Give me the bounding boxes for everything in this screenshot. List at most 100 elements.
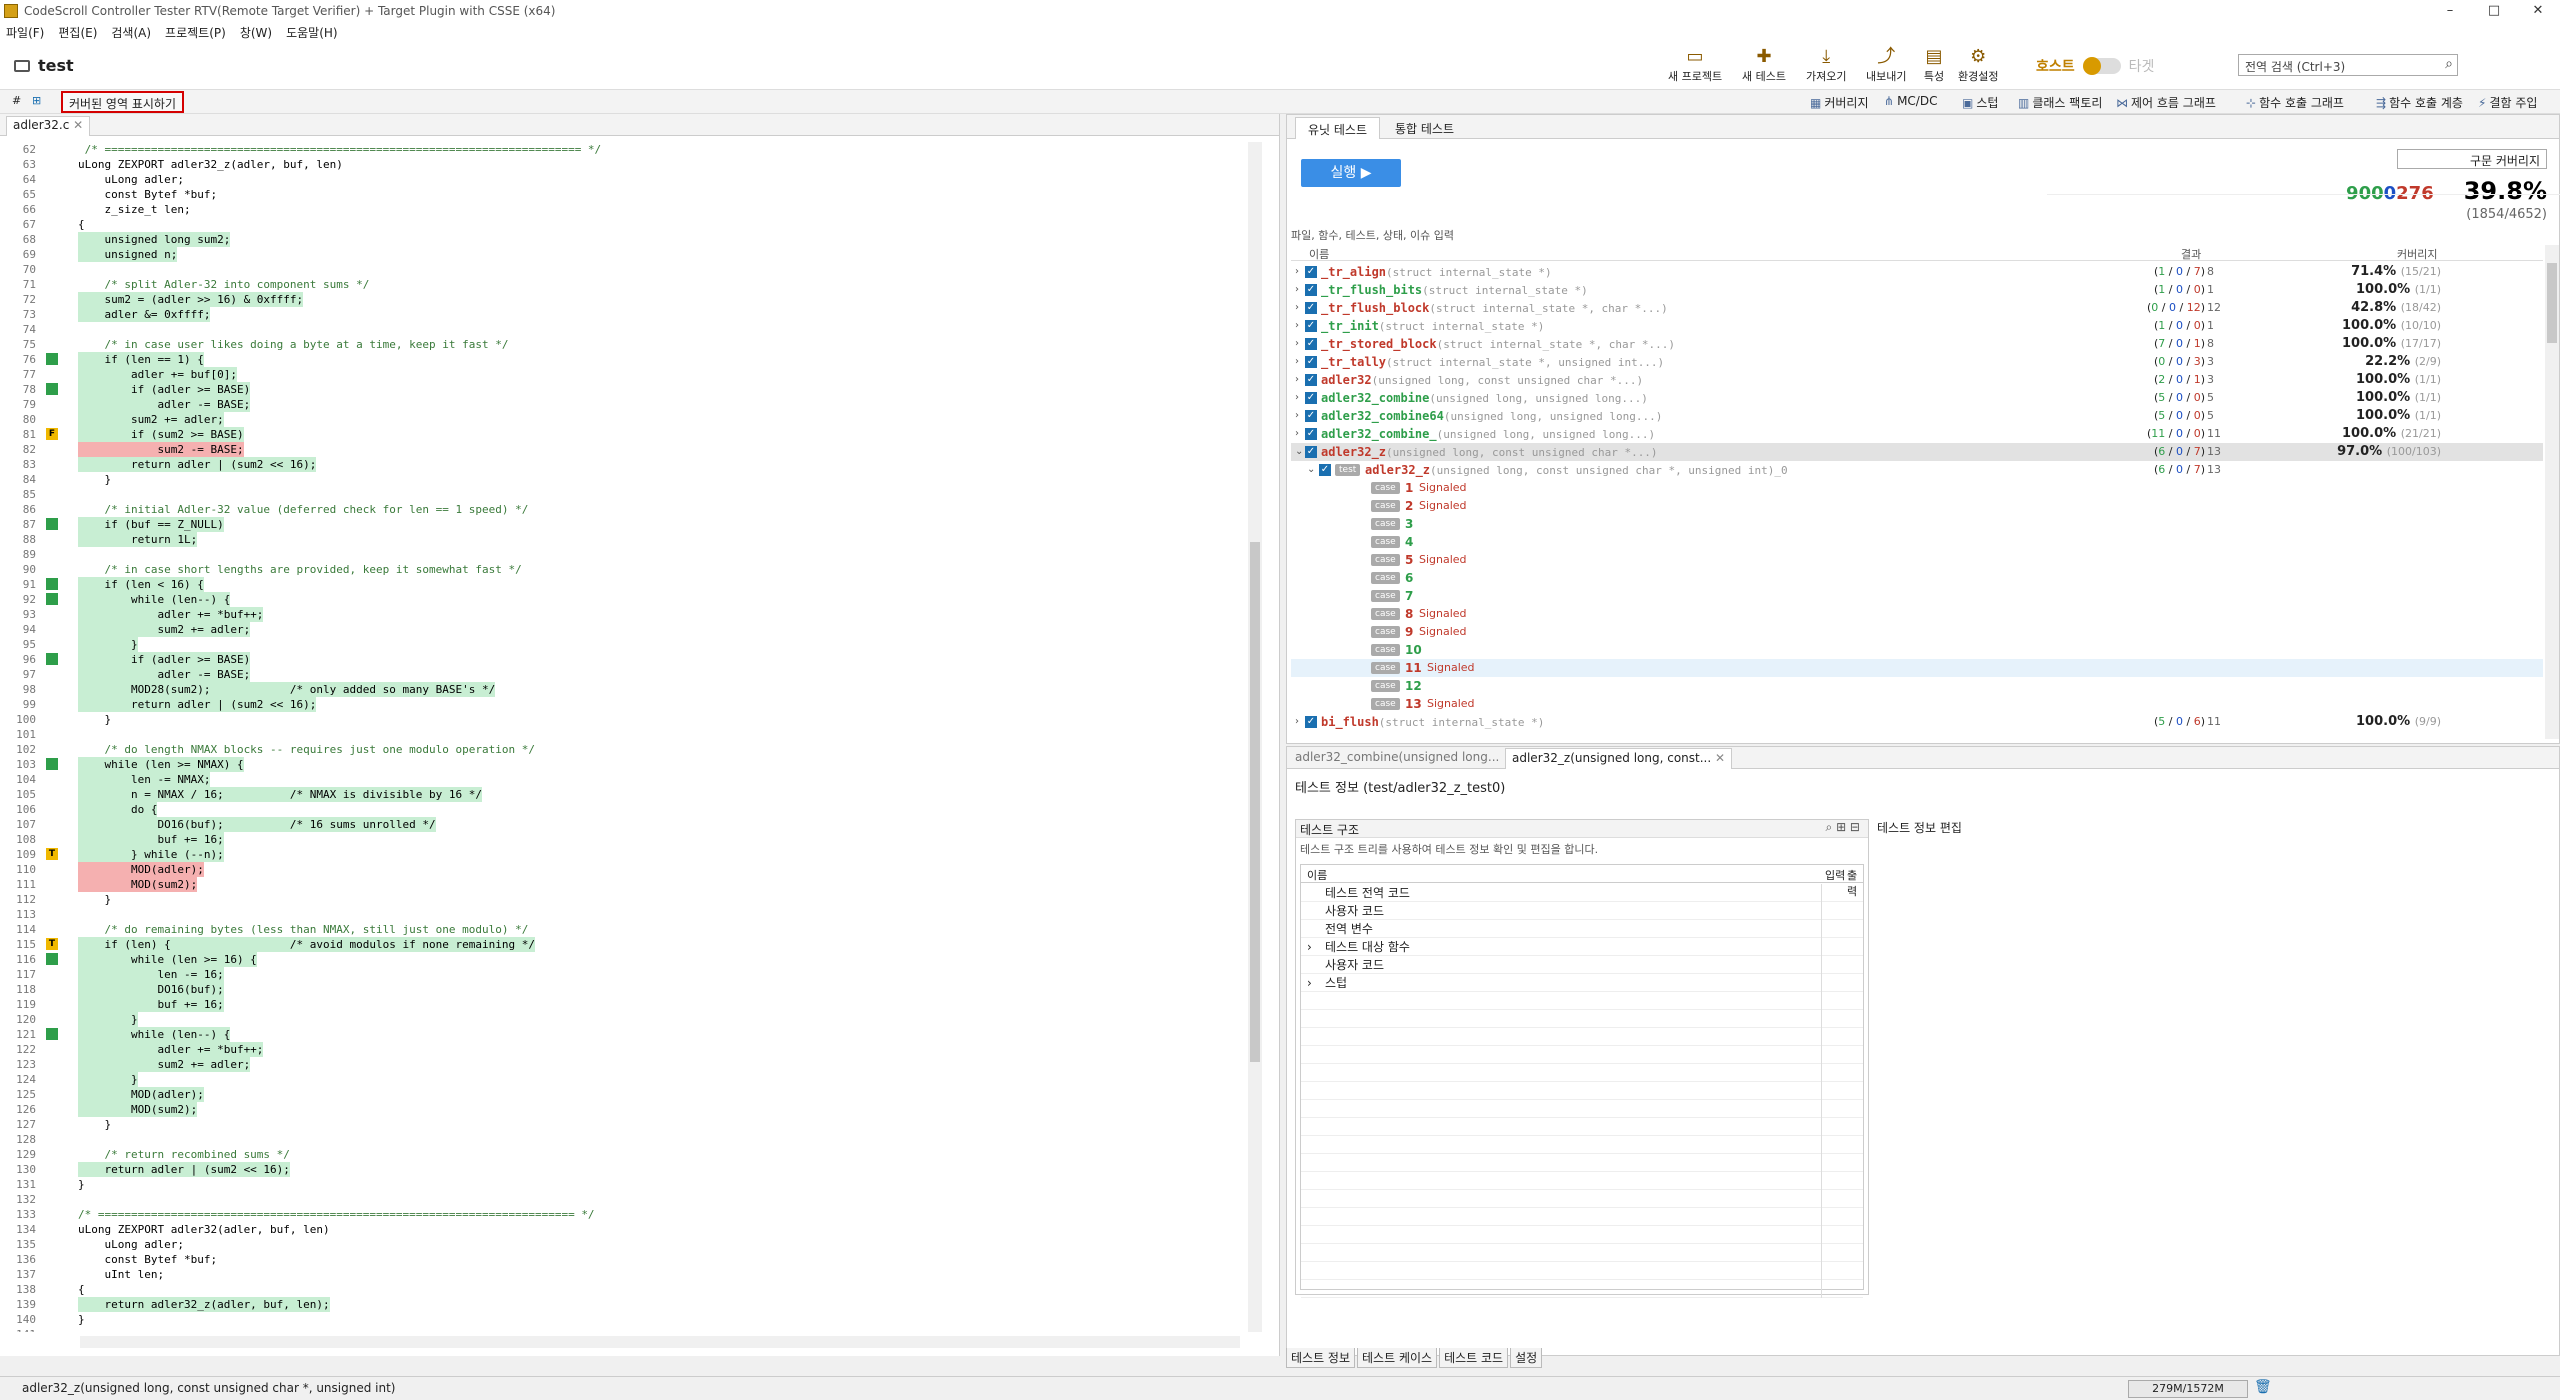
tab-integration-test[interactable]: 통합 테스트 <box>1383 117 1466 139</box>
branch-covered-marker[interactable] <box>46 383 58 395</box>
expand-icon[interactable]: › <box>1295 425 1299 443</box>
search-icon[interactable]: ⌕ <box>2445 56 2453 72</box>
trash-icon[interactable]: 🗑 <box>2254 1379 2272 1395</box>
tab-test-case[interactable]: 테스트 케이스 <box>1357 1348 1438 1368</box>
expand-icon[interactable]: › <box>1295 371 1299 389</box>
collapse-icon[interactable]: ⌄ <box>1307 461 1315 479</box>
function-row[interactable]: › ✓ _tr_align(struct internal_state *) (1 /… <box>1291 263 2543 281</box>
expand-icon[interactable]: › <box>1307 938 1312 956</box>
case-row[interactable]: case 1 Signaled <box>1291 479 2543 497</box>
function-row[interactable]: › ✓ adler32_combine64(unsigned long, unsig… <box>1291 407 2543 425</box>
case-row[interactable]: case 9 Signaled <box>1291 623 2543 641</box>
checkbox[interactable]: ✓ <box>1305 320 1317 332</box>
import-button[interactable]: ⤓ 가져오기 <box>1806 46 1846 84</box>
case-row[interactable]: case 11 Signaled <box>1291 659 2543 677</box>
maximize-button[interactable]: □ <box>2472 0 2516 22</box>
expand-icon[interactable]: › <box>1295 263 1299 281</box>
test-structure-grid[interactable]: 이름 입력 출력 테스트 전역 코드 사용자 코드 전역 변수 › 테스트 대상 함수 사… <box>1300 864 1864 1298</box>
structure-item[interactable]: 사용자 코드 <box>1301 956 1863 974</box>
fault-injection-tool[interactable]: ⚡ 결함 주입 <box>2478 94 2537 111</box>
tab-test-info[interactable]: 테스트 정보 <box>1286 1348 1356 1368</box>
branch-covered-marker[interactable] <box>46 353 58 365</box>
case-row[interactable]: case 3 <box>1291 515 2543 533</box>
hierarchy-icon[interactable]: ⊞ <box>32 94 41 107</box>
function-row[interactable]: › ✓ _tr_flush_bits(struct internal_state *… <box>1291 281 2543 299</box>
case-row[interactable]: case 13 Signaled <box>1291 695 2543 713</box>
scroll-thumb[interactable] <box>2547 263 2557 343</box>
stub-tool[interactable]: ▣ 스텁 <box>1962 94 1998 111</box>
checkbox[interactable]: ✓ <box>1305 374 1317 386</box>
expand-icon[interactable]: › <box>1295 281 1299 299</box>
tab-adler32-combine[interactable]: adler32_combine(unsigned long... <box>1295 750 1499 764</box>
close-icon[interactable]: ✕ <box>1715 751 1725 765</box>
checkbox[interactable]: ✓ <box>1305 716 1317 728</box>
show-covered-area-button[interactable]: 커버된 영역 표시하기 <box>61 91 184 113</box>
true-branch-marker[interactable]: T <box>46 938 58 950</box>
editor-vertical-scrollbar[interactable] <box>1248 142 1262 1332</box>
new-test-button[interactable]: ✚ 새 테스트 <box>1742 46 1786 84</box>
code-area[interactable]: 62 /* ==================================… <box>0 142 1240 1332</box>
function-row[interactable]: › ✓ adler32_combine_(unsigned long, unsign… <box>1291 425 2543 443</box>
checkbox[interactable]: ✓ <box>1305 338 1317 350</box>
new-project-button[interactable]: ▭ 새 프로젝트 <box>1668 46 1722 84</box>
scroll-thumb[interactable] <box>1250 542 1260 1062</box>
control-flow-graph-tool[interactable]: ⋈ 제어 흐름 그래프 <box>2116 94 2216 111</box>
mcdc-tool[interactable]: ⋔ MC/DC <box>1884 94 1937 108</box>
function-row[interactable]: ⌄ ✓ adler32_z(unsigned long, const unsigne… <box>1291 443 2543 461</box>
checkbox[interactable]: ✓ <box>1305 356 1317 368</box>
structure-item[interactable]: › 스텁 <box>1301 974 1863 992</box>
function-row[interactable]: › ✓ adler32_combine(unsigned long, unsigne… <box>1291 389 2543 407</box>
menu-help[interactable]: 도움말(H) <box>286 24 338 41</box>
expand-icon[interactable]: › <box>1295 299 1299 317</box>
checkbox[interactable]: ✓ <box>1305 284 1317 296</box>
case-row[interactable]: case 7 <box>1291 587 2543 605</box>
case-row[interactable]: case 8 Signaled <box>1291 605 2543 623</box>
branch-covered-marker[interactable] <box>46 1028 58 1040</box>
coverage-tool[interactable]: ▦ 커버리지 <box>1810 94 1869 111</box>
expand-icon[interactable]: › <box>1295 335 1299 353</box>
expand-icon[interactable]: › <box>1295 353 1299 371</box>
expand-icon[interactable]: › <box>1307 974 1312 992</box>
case-row[interactable]: case 12 <box>1291 677 2543 695</box>
branch-covered-marker[interactable] <box>46 953 58 965</box>
global-search-input[interactable]: 전역 검색 (Ctrl+3) ⌕ <box>2238 54 2458 76</box>
close-button[interactable]: ✕ <box>2516 0 2560 22</box>
test-tree[interactable]: › ✓ _tr_align(struct internal_state *) (1 /… <box>1291 263 2543 739</box>
filter-input[interactable]: 파일, 함수, 테스트, 상태, 이슈 입력 <box>1291 227 1454 243</box>
menu-search[interactable]: 검색(A) <box>111 24 151 41</box>
function-row[interactable]: › ✓ adler32(unsigned long, const unsigned … <box>1291 371 2543 389</box>
checkbox[interactable]: ✓ <box>1305 266 1317 278</box>
tab-adler32-z[interactable]: adler32_z(unsigned long, const... ✕ <box>1505 748 1733 769</box>
false-branch-marker[interactable]: F <box>46 428 58 440</box>
branch-covered-marker[interactable] <box>46 653 58 665</box>
true-branch-marker[interactable]: T <box>46 848 58 860</box>
structure-item[interactable]: 전역 변수 <box>1301 920 1863 938</box>
class-factory-tool[interactable]: ▥ 클래스 팩토리 <box>2018 94 2102 111</box>
expand-icon[interactable]: › <box>1295 713 1299 731</box>
case-row[interactable]: case 10 <box>1291 641 2543 659</box>
tab-unit-test[interactable]: 유닛 테스트 <box>1295 117 1381 139</box>
function-row[interactable]: › ✓ _tr_stored_block(struct internal_state… <box>1291 335 2543 353</box>
properties-button[interactable]: ▤ 특성 <box>1922 46 1946 84</box>
toggle-switch[interactable] <box>2082 57 2121 75</box>
checkbox[interactable]: ✓ <box>1305 392 1317 404</box>
case-row[interactable]: case 2 Signaled <box>1291 497 2543 515</box>
editor-horizontal-scrollbar[interactable] <box>80 1336 1240 1348</box>
expand-icon[interactable]: › <box>1295 317 1299 335</box>
test-row[interactable]: ⌄ ✓ test adler32_z(unsigned long, const uns… <box>1291 461 2543 479</box>
host-target-toggle[interactable]: 호스트 타겟 <box>2036 56 2154 76</box>
expand-icon[interactable]: › <box>1295 407 1299 425</box>
structure-item[interactable]: › 테스트 대상 함수 <box>1301 938 1863 956</box>
tab-settings[interactable]: 설정 <box>1510 1348 1543 1368</box>
branch-covered-marker[interactable] <box>46 578 58 590</box>
checkbox[interactable]: ✓ <box>1305 446 1317 458</box>
case-row[interactable]: case 6 <box>1291 569 2543 587</box>
expand-icon[interactable]: › <box>1295 389 1299 407</box>
branch-covered-marker[interactable] <box>46 758 58 770</box>
menu-edit[interactable]: 편집(E) <box>58 24 97 41</box>
branch-covered-marker[interactable] <box>46 593 58 605</box>
checkbox[interactable]: ✓ <box>1305 410 1317 422</box>
case-row[interactable]: case 4 <box>1291 533 2543 551</box>
tab-test-code[interactable]: 테스트 코드 <box>1439 1348 1509 1368</box>
function-row[interactable]: › ✓ bi_flush(struct internal_state *) (5 / … <box>1291 713 2543 731</box>
